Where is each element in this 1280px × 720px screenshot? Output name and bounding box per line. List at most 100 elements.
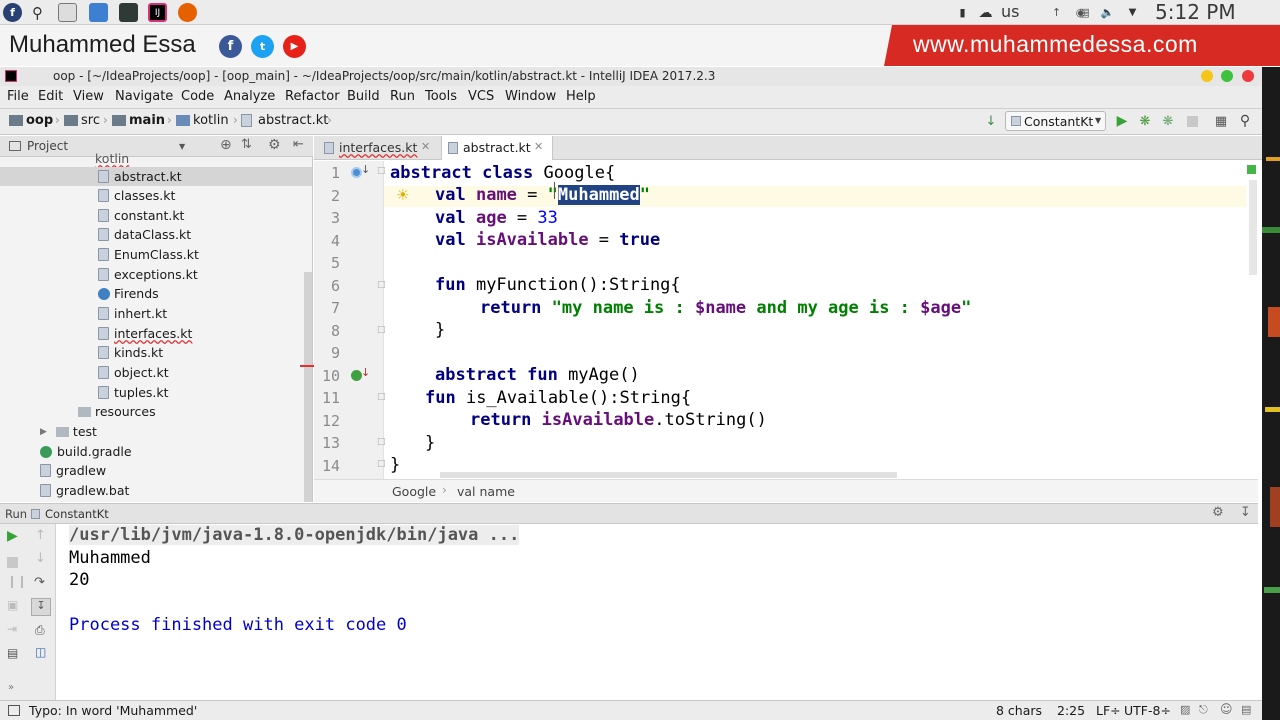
- menu-file[interactable]: File: [7, 89, 29, 104]
- status-encoding[interactable]: UTF-8÷: [1124, 703, 1171, 718]
- terminal-icon[interactable]: [119, 3, 138, 22]
- project-structure-icon[interactable]: ▦: [1212, 112, 1230, 130]
- lightbulb-icon[interactable]: ☀: [396, 186, 409, 204]
- scroll-up-icon[interactable]: ↑: [35, 528, 46, 543]
- status-line-separator[interactable]: LF÷: [1096, 703, 1121, 718]
- exit-icon[interactable]: ⇥: [7, 622, 17, 636]
- trash-icon[interactable]: ◫: [35, 645, 46, 659]
- tab-interfaces[interactable]: interfaces.kt ✕: [320, 137, 440, 159]
- nav-crumb-oop[interactable]: oop: [26, 113, 53, 128]
- clock[interactable]: 5:12 PM: [1155, 0, 1236, 24]
- keyboard-layout[interactable]: us: [1001, 2, 1019, 21]
- fold-icon[interactable]: □: [377, 459, 386, 469]
- run-icon[interactable]: ▶: [1113, 112, 1131, 130]
- menu-edit[interactable]: Edit: [38, 89, 63, 104]
- menu-help[interactable]: Help: [566, 89, 596, 104]
- breadcrumb-class[interactable]: Google: [392, 484, 436, 499]
- menu-vcs[interactable]: VCS: [468, 89, 494, 104]
- battery-icon[interactable]: ▮: [953, 3, 972, 22]
- file-manager-icon[interactable]: [89, 3, 108, 22]
- soft-wrap-icon[interactable]: ↷: [34, 575, 45, 590]
- tree-scrollbar[interactable]: [304, 272, 312, 502]
- intellij-icon[interactable]: IJ: [148, 3, 167, 22]
- project-panel-title[interactable]: Project: [27, 139, 68, 153]
- breadcrumb-member[interactable]: val name: [457, 484, 515, 499]
- fold-icon[interactable]: □: [377, 437, 386, 447]
- tree-file-classes[interactable]: classes.kt: [98, 186, 175, 205]
- coverage-icon[interactable]: ❋: [1159, 112, 1177, 130]
- build-project-icon[interactable]: ↓: [982, 112, 1000, 130]
- stop-icon[interactable]: [1183, 112, 1201, 130]
- chevron-down-icon[interactable]: ▼: [179, 142, 185, 151]
- console-output[interactable]: [56, 524, 1258, 700]
- search-icon[interactable]: ⚲: [1236, 112, 1254, 130]
- scroll-down-icon[interactable]: ↓: [35, 551, 46, 566]
- volume-icon[interactable]: 🔈: [1098, 3, 1117, 22]
- menu-window[interactable]: Window: [505, 89, 556, 104]
- fedora-menu-icon[interactable]: f: [3, 3, 22, 22]
- tree-folder-kotlin[interactable]: kotlin: [95, 149, 129, 168]
- maximize-button[interactable]: [1221, 70, 1233, 82]
- run-tab-label[interactable]: ConstantKt: [45, 507, 109, 521]
- scroll-to-end-icon[interactable]: ↧: [31, 598, 51, 616]
- tab-abstract[interactable]: abstract.kt ✕: [441, 136, 553, 160]
- rerun-icon[interactable]: ▶: [7, 528, 18, 544]
- event-log-icon[interactable]: ▤: [1241, 703, 1251, 716]
- layout-icon[interactable]: ▤: [7, 646, 18, 660]
- gear-icon[interactable]: ⚙: [1212, 505, 1224, 520]
- minimize-button[interactable]: [1201, 70, 1213, 82]
- close-icon[interactable]: ✕: [534, 140, 543, 153]
- tree-folder-test[interactable]: ▶ test: [40, 422, 97, 441]
- tree-file-interfaces[interactable]: interfaces.kt: [98, 324, 192, 343]
- nav-crumb-kotlin[interactable]: kotlin: [193, 113, 229, 128]
- stop-icon[interactable]: [7, 553, 18, 572]
- fold-icon[interactable]: □: [377, 280, 386, 290]
- gear-icon[interactable]: ⚙: [268, 137, 281, 153]
- tree-file-object[interactable]: object.kt: [98, 363, 169, 382]
- print-icon[interactable]: ⎙: [35, 623, 45, 638]
- collapse-all-icon[interactable]: ⇅: [241, 137, 252, 152]
- tree-file-constant[interactable]: constant.kt: [98, 206, 184, 225]
- nav-crumb-main[interactable]: main: [129, 113, 165, 128]
- tree-file-dataclass[interactable]: dataClass.kt: [98, 225, 191, 244]
- close-icon[interactable]: ✕: [421, 140, 430, 153]
- menu-view[interactable]: View: [73, 89, 104, 104]
- nav-crumb-src[interactable]: src: [81, 113, 100, 128]
- more-icon[interactable]: »: [8, 682, 14, 693]
- firefox-icon[interactable]: [178, 3, 197, 22]
- desktop-icon[interactable]: [58, 3, 77, 22]
- menu-tools[interactable]: Tools: [425, 89, 457, 104]
- hide-panel-icon[interactable]: ↧: [1240, 505, 1251, 520]
- cloud-sync-icon[interactable]: ☁: [976, 3, 995, 22]
- network-icon[interactable]: ↑: [1047, 3, 1066, 22]
- editor-scrollbar[interactable]: [1249, 180, 1257, 275]
- menu-refactor[interactable]: Refactor: [285, 89, 340, 104]
- tree-file-inhert[interactable]: inhert.kt: [98, 304, 167, 323]
- lock-icon[interactable]: ▨: [1180, 703, 1190, 716]
- status-caret-position[interactable]: 2:25: [1057, 703, 1085, 718]
- expand-arrow-icon[interactable]: ▶: [40, 427, 47, 437]
- fold-icon[interactable]: □: [377, 166, 386, 176]
- tree-file-tuples[interactable]: tuples.kt: [98, 383, 169, 402]
- run-config-select[interactable]: ConstantKt ▼: [1005, 111, 1106, 131]
- tree-folder-resources[interactable]: resources: [78, 402, 156, 421]
- search-icon[interactable]: ⚲: [28, 3, 47, 22]
- tree-file-gradlew-bat[interactable]: gradlew.bat: [40, 481, 129, 500]
- debug-icon[interactable]: ❋: [1136, 112, 1154, 130]
- menu-run[interactable]: Run: [390, 89, 415, 104]
- tree-file-gradlew[interactable]: gradlew: [40, 461, 106, 480]
- clipboard-icon[interactable]: ▤: [1075, 3, 1094, 22]
- inspector-icon[interactable]: ☺: [1220, 702, 1233, 716]
- close-button[interactable]: [1242, 70, 1254, 82]
- git-icon[interactable]: ⎋: [1199, 703, 1208, 717]
- fold-icon[interactable]: □: [377, 325, 386, 335]
- nav-crumb-abstract[interactable]: abstract.kt: [258, 113, 328, 128]
- tree-file-firends[interactable]: Firends: [98, 284, 159, 303]
- tree-file-build-gradle[interactable]: build.gradle: [40, 442, 132, 461]
- menu-build[interactable]: Build: [347, 89, 380, 104]
- hide-panel-icon[interactable]: ⇤: [293, 137, 304, 152]
- tray-menu-chevron-icon[interactable]: ▼: [1123, 3, 1142, 22]
- fold-icon[interactable]: □: [377, 392, 386, 402]
- tree-file-kinds[interactable]: kinds.kt: [98, 343, 163, 362]
- menu-analyze[interactable]: Analyze: [224, 89, 275, 104]
